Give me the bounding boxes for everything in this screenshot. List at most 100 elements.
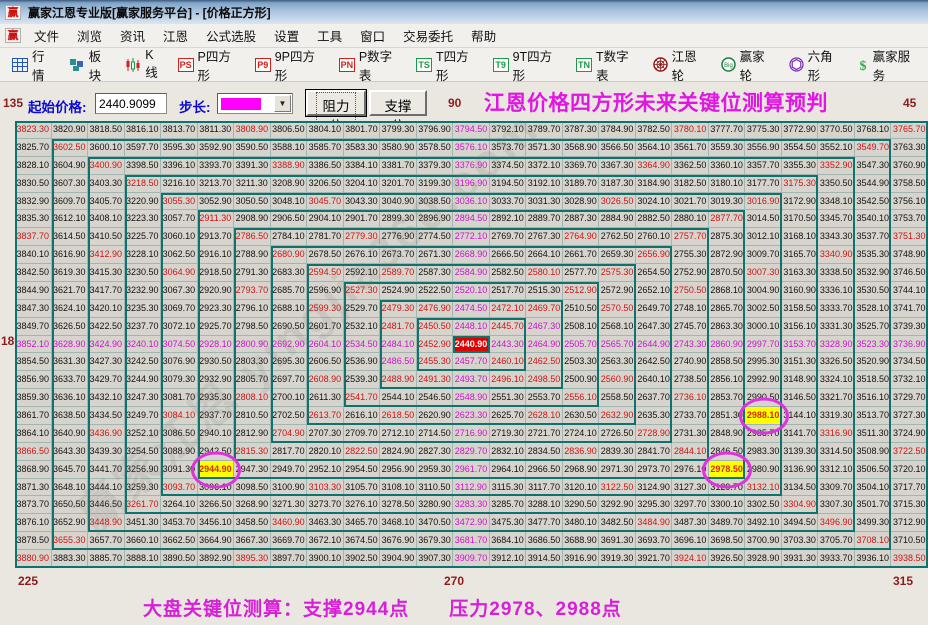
grid-cell: 3806.50	[270, 121, 308, 139]
grid-cell: 2906.50	[270, 210, 308, 229]
grid-cell: 2642.50	[635, 353, 673, 372]
grid-cell: 3607.30	[51, 174, 89, 193]
support-button[interactable]: 支撑位	[369, 90, 427, 134]
grid-cell: 3583.30	[343, 138, 381, 157]
grid-cell: 3156.10	[781, 317, 819, 336]
toolbar-item-5[interactable]: P9 9P四方形	[249, 43, 333, 87]
grid-cell: 2635.30	[635, 407, 673, 425]
grid-cell: 3609.70	[51, 192, 89, 211]
toolbar-item-11[interactable]: Big 赢家轮	[715, 43, 783, 87]
grid-cell: 3667.30	[234, 532, 271, 551]
grid-cell: 2724.10	[562, 424, 600, 443]
grid-cell: 2616.10	[343, 407, 381, 425]
grid-cell: 2484.10	[380, 335, 417, 354]
toolbar-item-12[interactable]: 六角形	[783, 43, 851, 87]
toolbar-item-4[interactable]: PS P四方形	[172, 43, 249, 87]
toolbar-item-1[interactable]: 行情	[6, 43, 63, 87]
grid-cell: 3741.70	[891, 299, 928, 318]
grid-cell: 3873.70	[15, 496, 52, 515]
grid-cell: 3888.10	[124, 550, 162, 568]
grid-cell: 2493.70	[453, 371, 490, 390]
grid-cell: 2889.70	[526, 210, 563, 229]
grid-cell: 3446.50	[88, 496, 125, 515]
grid-cell: 2668.90	[453, 246, 490, 265]
grid-cell: 3252.10	[124, 424, 162, 443]
grid-cell: 3290.50	[562, 496, 600, 515]
grid-cell: 2450.50	[416, 317, 454, 336]
grid-cell: 3765.70	[891, 121, 928, 139]
grid-cell: 3261.70	[124, 496, 162, 515]
grid-cell: 3604.90	[51, 156, 89, 175]
resistance-button[interactable]: 阻力位	[305, 89, 367, 138]
grid-cell: 2805.70	[234, 371, 271, 390]
grid-cell: 3388.90	[270, 156, 308, 175]
grid-cell: 3309.70	[818, 478, 855, 497]
grid-cell: 3463.30	[307, 514, 344, 533]
grid-cell: 3460.90	[270, 514, 308, 533]
grid-cell: 2829.70	[453, 442, 490, 461]
grid-cell: 2980.90	[745, 460, 782, 479]
toolbar-item-8[interactable]: T9 9T四方形	[487, 43, 570, 87]
start-price-input[interactable]	[95, 93, 167, 114]
grid-cell: 3931.30	[781, 550, 819, 568]
grid-cell: 2546.50	[416, 389, 454, 408]
grid-cell: 2798.50	[234, 317, 271, 336]
grid-cell: 3235.30	[124, 299, 162, 318]
grid-cell: 3727.30	[891, 407, 928, 425]
grid-cell: 3357.70	[745, 156, 782, 175]
grid-cell: 3194.50	[489, 174, 527, 193]
grid-cell: 3508.90	[854, 442, 892, 461]
grid-cell: 3748.90	[891, 246, 928, 265]
grid-cell: 3141.70	[781, 424, 819, 443]
grid-cell: 3518.50	[854, 371, 892, 390]
grid-cell: 2776.90	[380, 228, 417, 247]
grid-cell: 3276.10	[343, 496, 381, 515]
grid-cell: 3247.30	[124, 389, 162, 408]
grid-cell: 2592.10	[343, 264, 381, 282]
grid-cell: 3480.10	[562, 514, 600, 533]
grid-cell: 2620.90	[416, 407, 454, 425]
grid-cell: 3772.90	[781, 121, 819, 139]
grid-cell: 3355.30	[781, 156, 819, 175]
toolbar-item-13[interactable]: $ 赢家服务	[851, 43, 928, 87]
grid-cell: 3439.30	[88, 442, 125, 461]
grid-cell: 3499.30	[854, 514, 892, 533]
grid-cell: 3933.70	[818, 550, 855, 568]
grid-cell: 3600.10	[88, 138, 125, 157]
grid-cell: 2760.10	[635, 228, 673, 247]
grid-cell: 3496.90	[818, 514, 855, 533]
grid-cell: 3168.10	[781, 228, 819, 247]
grid-cell: 3324.10	[818, 371, 855, 390]
grid-cell: 2467.30	[526, 317, 563, 336]
grid-cell: 2820.10	[307, 442, 344, 461]
toolbar-item-7[interactable]: TS T四方形	[410, 43, 487, 87]
grid-cell: 3588.10	[270, 138, 308, 157]
step-dropdown[interactable]: ▼	[217, 93, 293, 114]
dropdown-arrow-icon[interactable]: ▼	[274, 95, 291, 112]
grid-cell: 3628.90	[51, 335, 89, 354]
toolbar-item-10[interactable]: 江恩轮	[647, 43, 715, 87]
grid-cell: 2884.90	[599, 210, 636, 229]
grid-cell: 3722.50	[891, 442, 928, 461]
grid-cell: 3787.30	[562, 121, 600, 139]
grid-cell: 2803.30	[234, 353, 271, 372]
toolbar-item-2[interactable]: 板块	[63, 43, 120, 87]
grid-cell: 3338.50	[818, 264, 855, 282]
grid-cell: 2731.30	[672, 424, 709, 443]
grid-cell: 3626.50	[51, 317, 89, 336]
toolbar-item-3[interactable]: K线	[119, 45, 171, 84]
grid-cell: 3664.90	[197, 532, 235, 551]
toolbar-item-9[interactable]: TN T数字表	[570, 43, 647, 87]
grid-cell: 3592.90	[197, 138, 235, 157]
grid-cell: 2647.30	[635, 317, 673, 336]
grid-cell: 3830.50	[15, 174, 52, 193]
grid-cell: 3259.30	[124, 478, 162, 497]
grid-cell: 3691.30	[599, 532, 636, 551]
grid-cell: 3146.50	[781, 389, 819, 408]
grid-cell: 3861.70	[15, 407, 52, 425]
grid-cell: 3602.50	[51, 138, 89, 157]
toolbar-item-6[interactable]: PN P数字表	[333, 43, 410, 87]
grid-cell: 3031.30	[526, 192, 563, 211]
grid-cell: 2920.90	[197, 281, 235, 300]
grid-cell: 2719.30	[489, 424, 527, 443]
